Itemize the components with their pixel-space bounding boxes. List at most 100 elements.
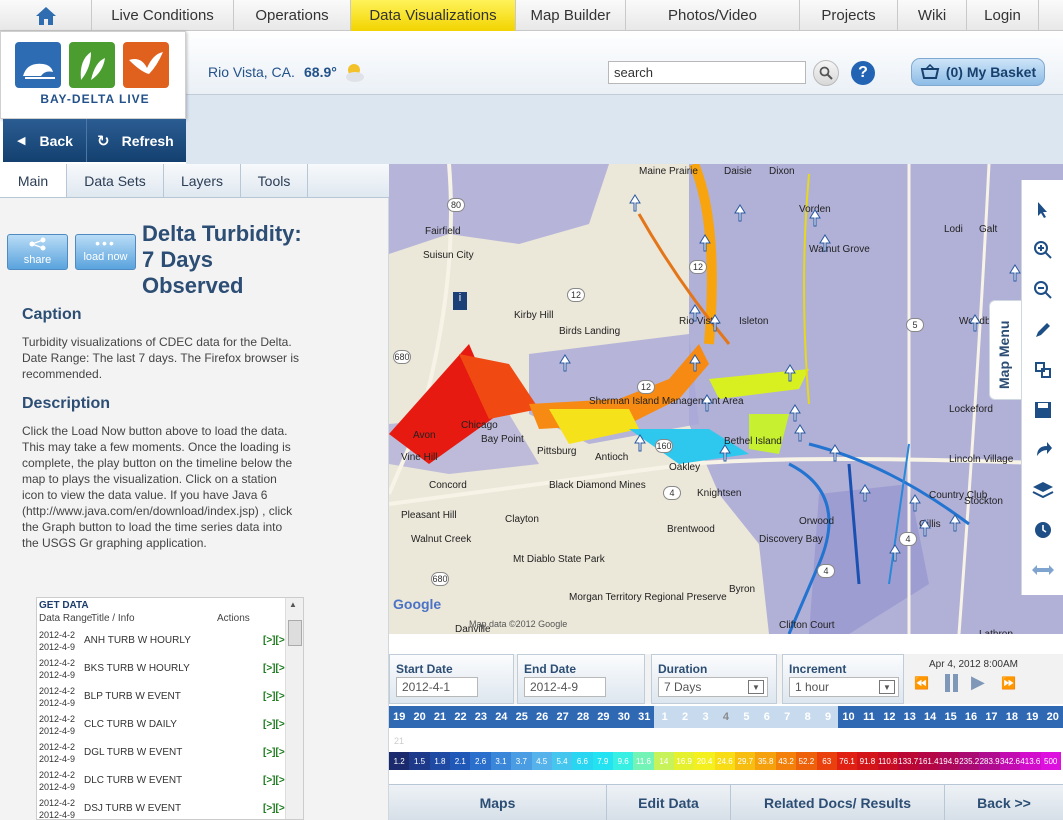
timeline-day[interactable]: 24 <box>491 706 512 728</box>
timeline-day[interactable]: 14 <box>919 706 941 728</box>
timeline-day[interactable]: 29 <box>593 706 614 728</box>
row-actions[interactable]: [>][> <box>263 663 285 674</box>
row-actions[interactable]: [>][> <box>263 775 285 786</box>
timeline-day[interactable]: 30 <box>613 706 635 728</box>
station-arrow-icon[interactable] <box>919 519 931 537</box>
timeline-day[interactable]: 18 <box>1001 706 1023 728</box>
station-arrow-icon[interactable] <box>789 404 801 422</box>
rewind-button[interactable]: ⏪ <box>914 676 938 696</box>
nav-data-visualizations[interactable]: Data Visualizations <box>351 0 516 31</box>
station-arrow-icon[interactable] <box>719 444 731 462</box>
related-docs-button[interactable]: Related Docs/ Results <box>731 785 945 820</box>
edit-data-button[interactable]: Edit Data <box>607 785 731 820</box>
start-date-input[interactable]: 2012-4-1 <box>396 677 478 697</box>
station-arrow-icon[interactable] <box>909 494 921 512</box>
station-arrow-icon[interactable] <box>559 354 571 372</box>
station-arrow-icon[interactable] <box>634 434 646 452</box>
timeline-day[interactable]: 17 <box>981 706 1002 728</box>
brand-logo[interactable]: BAY-DELTA LIVE <box>0 31 186 119</box>
save-tool[interactable] <box>1022 390 1063 430</box>
maps-button[interactable]: Maps <box>389 785 607 820</box>
info-marker-icon[interactable]: i <box>453 292 467 310</box>
fast-forward-button[interactable]: ⏩ <box>1001 676 1025 696</box>
timeline-day[interactable]: 28 <box>572 706 594 728</box>
pan-tool[interactable] <box>1022 550 1063 590</box>
map-menu-tab[interactable]: Map Menu <box>989 300 1022 400</box>
timeline-day[interactable]: 20 <box>1042 706 1063 728</box>
zoom-in-tool[interactable] <box>1022 230 1063 270</box>
tab-layers[interactable]: Layers <box>164 164 241 197</box>
station-arrow-icon[interactable] <box>629 194 641 212</box>
duration-select[interactable]: 7 Days ▼ <box>658 677 768 697</box>
row-actions[interactable]: [>][> <box>263 747 285 758</box>
play-button[interactable]: ▶ <box>971 672 985 693</box>
timeline-day[interactable]: 31 <box>634 706 655 728</box>
row-actions[interactable]: [>][> <box>263 691 285 702</box>
map-view[interactable]: Maine Prairie Daisie Dixon Fairfield Suisun … <box>389 164 1063 634</box>
end-date-input[interactable]: 2012-4-9 <box>524 677 606 697</box>
timeline-hours[interactable]: 21 <box>389 728 1063 752</box>
station-arrow-icon[interactable] <box>969 314 981 332</box>
pointer-tool[interactable] <box>1022 190 1063 230</box>
timeline-day[interactable]: 2 <box>674 706 696 728</box>
scroll-up-icon[interactable]: ▲ <box>289 600 297 609</box>
timeline-day[interactable]: 20 <box>409 706 430 728</box>
station-arrow-icon[interactable] <box>819 234 831 252</box>
station-arrow-icon[interactable] <box>689 354 701 372</box>
nav-login[interactable]: Login <box>967 0 1039 31</box>
nav-map-builder[interactable]: Map Builder <box>516 0 626 31</box>
nav-projects[interactable]: Projects <box>800 0 898 31</box>
timeline-day[interactable]: 9 <box>817 706 839 728</box>
timeline-day[interactable]: 13 <box>899 706 920 728</box>
share-button[interactable]: share <box>7 234 68 270</box>
timeline-day[interactable]: 7 <box>777 706 798 728</box>
timeline-day[interactable]: 3 <box>695 706 716 728</box>
timeline-day[interactable]: 12 <box>879 706 900 728</box>
station-arrow-icon[interactable] <box>829 444 841 462</box>
tab-data-sets[interactable]: Data Sets <box>67 164 164 197</box>
station-arrow-icon[interactable] <box>949 514 961 532</box>
help-icon[interactable]: ? <box>851 61 875 85</box>
timeline-day[interactable]: 19 <box>1022 706 1043 728</box>
station-arrow-icon[interactable] <box>784 364 796 382</box>
timeline-day[interactable]: 19 <box>389 706 410 728</box>
pause-button[interactable] <box>945 674 961 694</box>
timeline-day[interactable]: 23 <box>470 706 492 728</box>
station-arrow-icon[interactable] <box>709 314 721 332</box>
layers-tool[interactable] <box>1022 470 1063 510</box>
nav-live-conditions[interactable]: Live Conditions <box>92 0 234 31</box>
timeline-current-day[interactable]: 4 <box>715 706 737 728</box>
timeline-day[interactable]: 22 <box>450 706 471 728</box>
timeline-day[interactable]: 10 <box>838 706 859 728</box>
station-arrow-icon[interactable] <box>701 394 713 412</box>
home-button[interactable] <box>0 0 92 31</box>
search-input[interactable] <box>608 61 806 84</box>
row-actions[interactable]: [>][> <box>263 803 285 814</box>
station-arrow-icon[interactable] <box>794 424 806 442</box>
timeline-day[interactable]: 5 <box>736 706 757 728</box>
station-arrow-icon[interactable] <box>689 304 701 322</box>
time-tool[interactable] <box>1022 510 1063 550</box>
increment-select[interactable]: 1 hour ▼ <box>789 677 899 697</box>
timeline-day[interactable]: 25 <box>511 706 532 728</box>
station-arrow-icon[interactable] <box>809 209 821 227</box>
back-next-button[interactable]: Back >> <box>945 785 1063 820</box>
timeline-day[interactable]: 8 <box>797 706 818 728</box>
basket-button[interactable]: (0) My Basket <box>911 58 1045 86</box>
draw-tool[interactable] <box>1022 310 1063 350</box>
nav-operations[interactable]: Operations <box>234 0 351 31</box>
table-scrollbar[interactable]: ▲ <box>285 598 303 819</box>
station-arrow-icon[interactable] <box>699 234 711 252</box>
timeline-day[interactable]: 27 <box>552 706 573 728</box>
station-arrow-icon[interactable] <box>1009 264 1021 282</box>
row-actions[interactable]: [>][> <box>263 635 285 646</box>
timeline-day[interactable]: 26 <box>531 706 553 728</box>
back-button[interactable]: ◀ Back <box>3 119 87 162</box>
row-actions[interactable]: [>][> <box>263 719 285 730</box>
station-arrow-icon[interactable] <box>859 484 871 502</box>
tab-main[interactable]: Main <box>0 164 67 197</box>
tab-tools[interactable]: Tools <box>241 164 308 197</box>
search-button[interactable] <box>813 60 839 86</box>
select-tool[interactable] <box>1022 350 1063 390</box>
redo-tool[interactable] <box>1022 430 1063 470</box>
